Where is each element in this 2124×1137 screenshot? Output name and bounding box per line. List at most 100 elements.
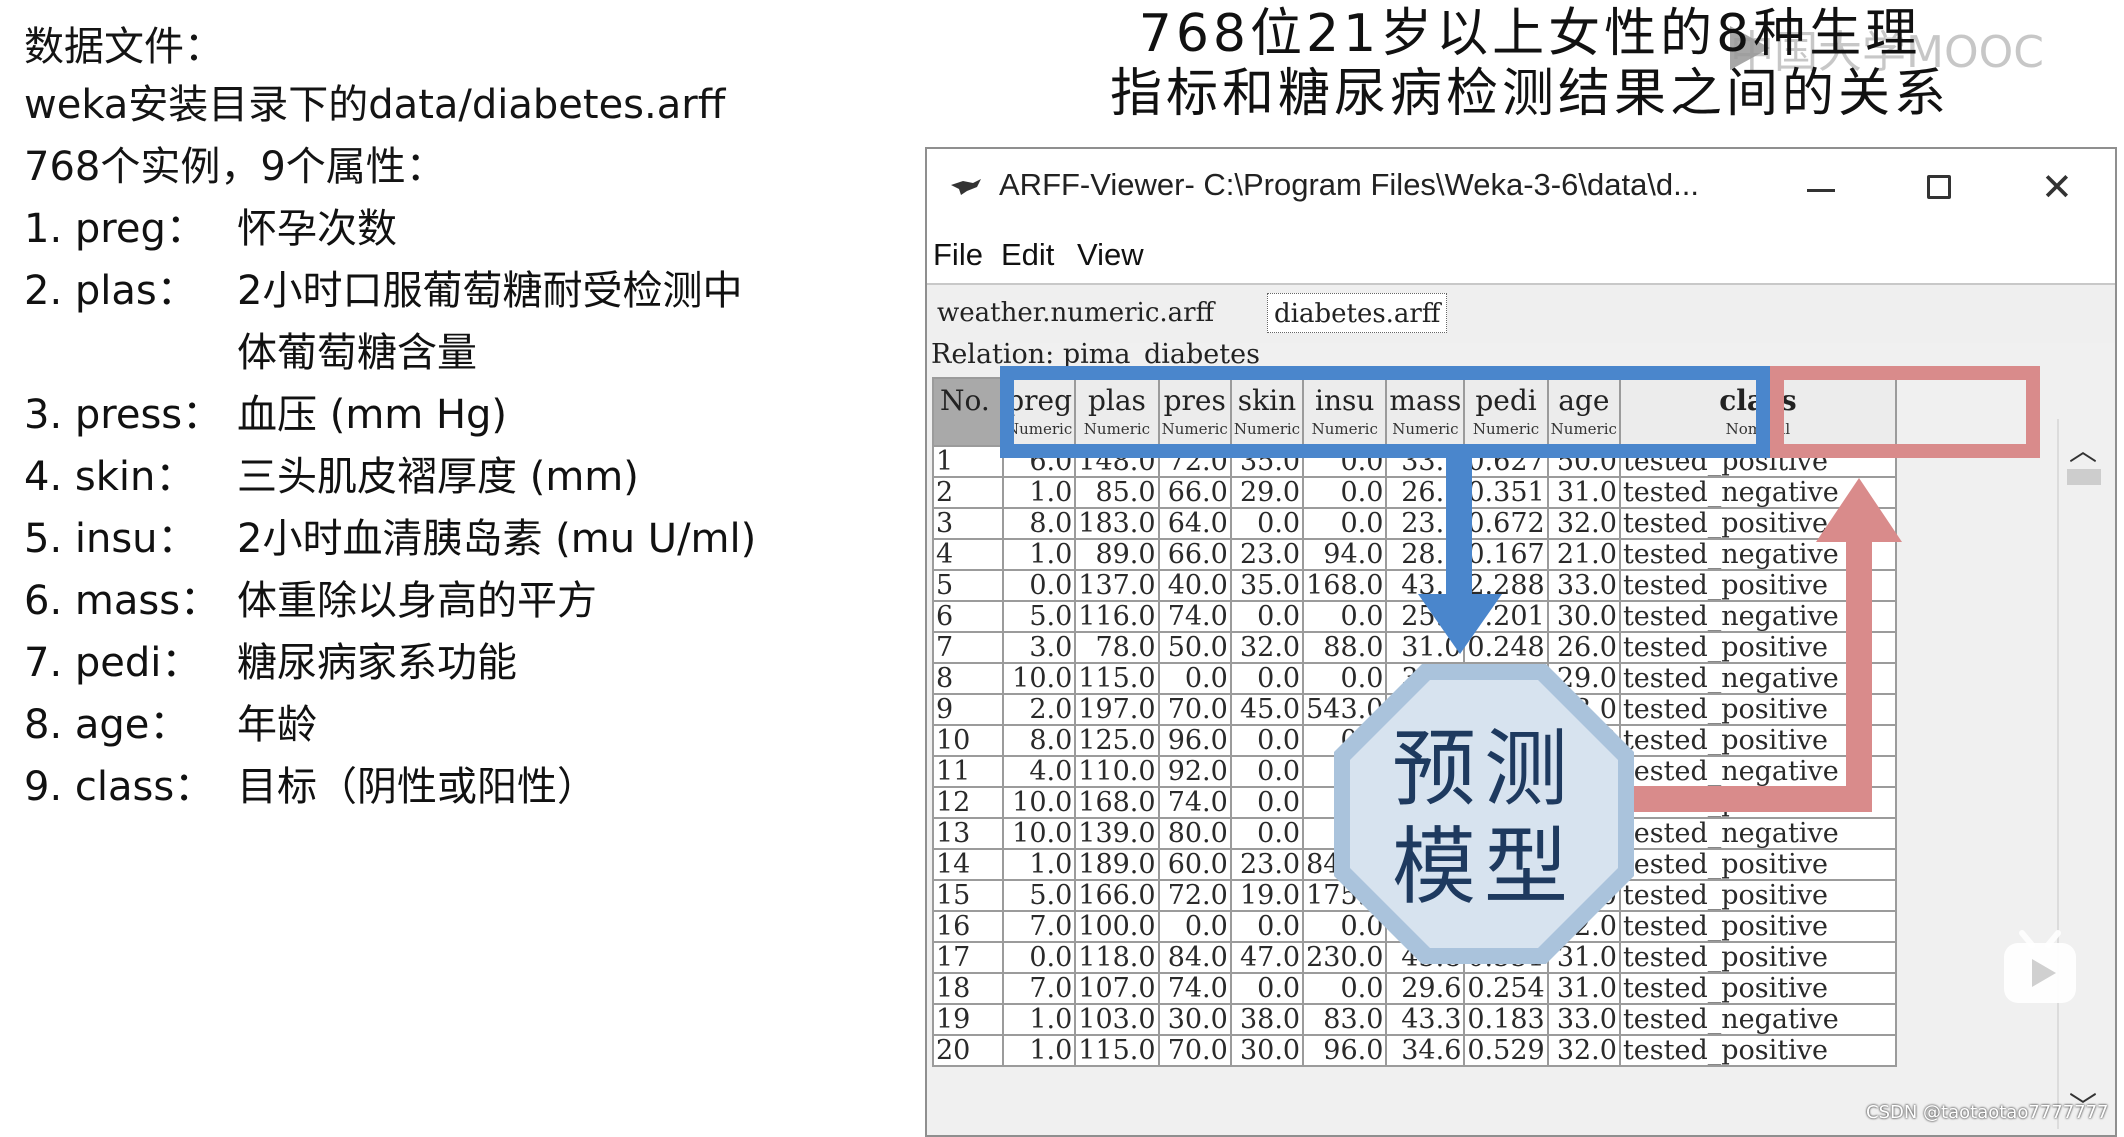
cell-pedi[interactable]: 0.167 xyxy=(1463,538,1549,571)
cell-insu[interactable]: 0.0 xyxy=(1302,972,1388,1005)
cell-skin[interactable]: 29.0 xyxy=(1229,476,1305,509)
bilibili-play-icon[interactable] xyxy=(2000,927,2080,1007)
cell-preg[interactable]: 8.0 xyxy=(1001,507,1077,540)
cell-insu[interactable]: 168.0 xyxy=(1302,569,1388,602)
cell-preg[interactable]: 3.0 xyxy=(1001,631,1077,664)
cell-age[interactable]: 32.0 xyxy=(1546,507,1621,540)
cell-pres[interactable]: 72.0 xyxy=(1157,445,1232,478)
cell-pedi[interactable]: 2.288 xyxy=(1463,569,1549,602)
cell-age[interactable]: 31.0 xyxy=(1546,476,1621,509)
cell-pres[interactable]: 64.0 xyxy=(1157,507,1232,540)
cell-plas[interactable]: 168.0 xyxy=(1074,786,1160,819)
column-header-preg[interactable]: preg Numeric xyxy=(1001,377,1077,447)
row-number-cell[interactable]: 14 xyxy=(932,848,1004,881)
cell-mass[interactable]: 28.1 xyxy=(1385,538,1466,571)
cell-preg[interactable]: 10.0 xyxy=(1001,786,1077,819)
cell-preg[interactable]: 1.0 xyxy=(1001,476,1077,509)
table-row[interactable]: 5 0.0 137.0 40.0 35.0 168.0 43.1 2.288 33.0 teste… xyxy=(932,569,1897,602)
cell-pres[interactable]: 30.0 xyxy=(1157,1003,1232,1036)
row-number-cell[interactable]: 13 xyxy=(932,817,1004,850)
cell-skin[interactable]: 0.0 xyxy=(1229,786,1305,819)
cell-pedi[interactable]: 0.254 xyxy=(1463,972,1549,1005)
cell-class[interactable]: tested_positive xyxy=(1618,507,1897,540)
cell-class[interactable]: tested_positive xyxy=(1618,631,1897,664)
cell-plas[interactable]: 197.0 xyxy=(1074,693,1160,726)
cell-pres[interactable]: 70.0 xyxy=(1157,693,1232,726)
cell-plas[interactable]: 89.0 xyxy=(1074,538,1160,571)
cell-class[interactable]: tested_positive xyxy=(1618,972,1897,1005)
cell-plas[interactable]: 85.0 xyxy=(1074,476,1160,509)
cell-plas[interactable]: 115.0 xyxy=(1074,662,1160,695)
cell-skin[interactable]: 35.0 xyxy=(1229,569,1305,602)
cell-preg[interactable]: 1.0 xyxy=(1001,1034,1077,1067)
table-row[interactable]: 1 6.0 148.0 72.0 35.0 0.0 33.6 0.627 50.0 tested_… xyxy=(932,445,1897,478)
cell-pedi[interactable]: 0.248 xyxy=(1463,631,1549,664)
cell-plas[interactable]: 107.0 xyxy=(1074,972,1160,1005)
cell-pres[interactable]: 66.0 xyxy=(1157,476,1232,509)
column-header-insu[interactable]: insu Numeric xyxy=(1302,377,1388,447)
cell-preg[interactable]: 7.0 xyxy=(1001,972,1077,1005)
table-row[interactable]: 4 1.0 89.0 66.0 23.0 94.0 28.1 0.167 21.0 tested_… xyxy=(932,538,1897,571)
cell-pres[interactable]: 74.0 xyxy=(1157,972,1232,1005)
cell-pres[interactable]: 74.0 xyxy=(1157,786,1232,819)
cell-class[interactable]: tested_positive xyxy=(1618,724,1897,757)
cell-mass[interactable]: 23.3 xyxy=(1385,507,1466,540)
menu-file[interactable]: File xyxy=(933,237,983,273)
maximize-button[interactable] xyxy=(1907,163,1977,213)
table-row[interactable]: 18 7.0 107.0 74.0 0.0 0.0 29.6 0.254 31.0 tested_… xyxy=(932,972,1897,1005)
row-number-cell[interactable]: 4 xyxy=(932,538,1004,571)
cell-class[interactable]: tested_negative xyxy=(1618,1003,1897,1036)
close-button[interactable]: ✕ xyxy=(2027,163,2097,213)
table-row[interactable]: 7 3.0 78.0 50.0 32.0 88.0 31.0 0.248 26.0 tested_… xyxy=(932,631,1897,664)
cell-class[interactable]: tested_negative xyxy=(1618,817,1897,850)
cell-preg[interactable]: 8.0 xyxy=(1001,724,1077,757)
column-header-mass[interactable]: mass Numeric xyxy=(1385,377,1466,447)
column-header-pres[interactable]: pres Numeric xyxy=(1157,377,1232,447)
cell-age[interactable]: 33.0 xyxy=(1546,1003,1621,1036)
cell-mass[interactable]: 29.6 xyxy=(1385,972,1466,1005)
cell-pedi[interactable]: 0.201 xyxy=(1463,600,1549,633)
cell-skin[interactable]: 0.0 xyxy=(1229,972,1305,1005)
cell-skin[interactable]: 35.0 xyxy=(1229,445,1305,478)
cell-skin[interactable]: 0.0 xyxy=(1229,662,1305,695)
cell-plas[interactable]: 183.0 xyxy=(1074,507,1160,540)
row-number-cell[interactable]: 11 xyxy=(932,755,1004,788)
cell-pres[interactable]: 70.0 xyxy=(1157,1034,1232,1067)
row-number-cell[interactable]: 1 xyxy=(932,445,1004,478)
cell-plas[interactable]: 115.0 xyxy=(1074,1034,1160,1067)
cell-skin[interactable]: 0.0 xyxy=(1229,755,1305,788)
cell-pres[interactable]: 96.0 xyxy=(1157,724,1232,757)
cell-age[interactable]: 26.0 xyxy=(1546,631,1621,664)
vertical-scrollbar[interactable]: ︿ ﹀ xyxy=(2057,419,2107,1129)
column-header-no[interactable]: No. xyxy=(932,377,1004,447)
cell-insu[interactable]: 96.0 xyxy=(1302,1034,1388,1067)
cell-mass[interactable]: 34.6 xyxy=(1385,1034,1466,1067)
cell-skin[interactable]: 0.0 xyxy=(1229,600,1305,633)
cell-plas[interactable]: 189.0 xyxy=(1074,848,1160,881)
cell-pedi[interactable]: 0.627 xyxy=(1463,445,1549,478)
minimize-button[interactable] xyxy=(1787,163,1857,213)
cell-class[interactable]: tested_positive xyxy=(1618,786,1897,819)
cell-preg[interactable]: 2.0 xyxy=(1001,693,1077,726)
row-number-cell[interactable]: 2 xyxy=(932,476,1004,509)
cell-preg[interactable]: 0.0 xyxy=(1001,569,1077,602)
cell-plas[interactable]: 125.0 xyxy=(1074,724,1160,757)
cell-preg[interactable]: 1.0 xyxy=(1001,538,1077,571)
cell-pedi[interactable]: 0.529 xyxy=(1463,1034,1549,1067)
cell-skin[interactable]: 32.0 xyxy=(1229,631,1305,664)
cell-insu[interactable]: 0.0 xyxy=(1302,476,1388,509)
column-header-class[interactable]: class Nominal xyxy=(1618,377,1897,447)
cell-insu[interactable]: 0.0 xyxy=(1302,445,1388,478)
row-number-cell[interactable]: 20 xyxy=(932,1034,1004,1067)
row-number-cell[interactable]: 6 xyxy=(932,600,1004,633)
cell-skin[interactable]: 0.0 xyxy=(1229,910,1305,943)
table-row[interactable]: 2 1.0 85.0 66.0 29.0 0.0 26.6 0.351 31.0 tested_n… xyxy=(932,476,1897,509)
cell-skin[interactable]: 47.0 xyxy=(1229,941,1305,974)
cell-class[interactable]: tested_negative xyxy=(1618,662,1897,695)
cell-age[interactable]: 50.0 xyxy=(1546,445,1621,478)
row-number-cell[interactable]: 9 xyxy=(932,693,1004,726)
cell-preg[interactable]: 1.0 xyxy=(1001,1003,1077,1036)
cell-mass[interactable]: 26.6 xyxy=(1385,476,1466,509)
cell-pres[interactable]: 80.0 xyxy=(1157,817,1232,850)
cell-mass[interactable]: 43.1 xyxy=(1385,569,1466,602)
